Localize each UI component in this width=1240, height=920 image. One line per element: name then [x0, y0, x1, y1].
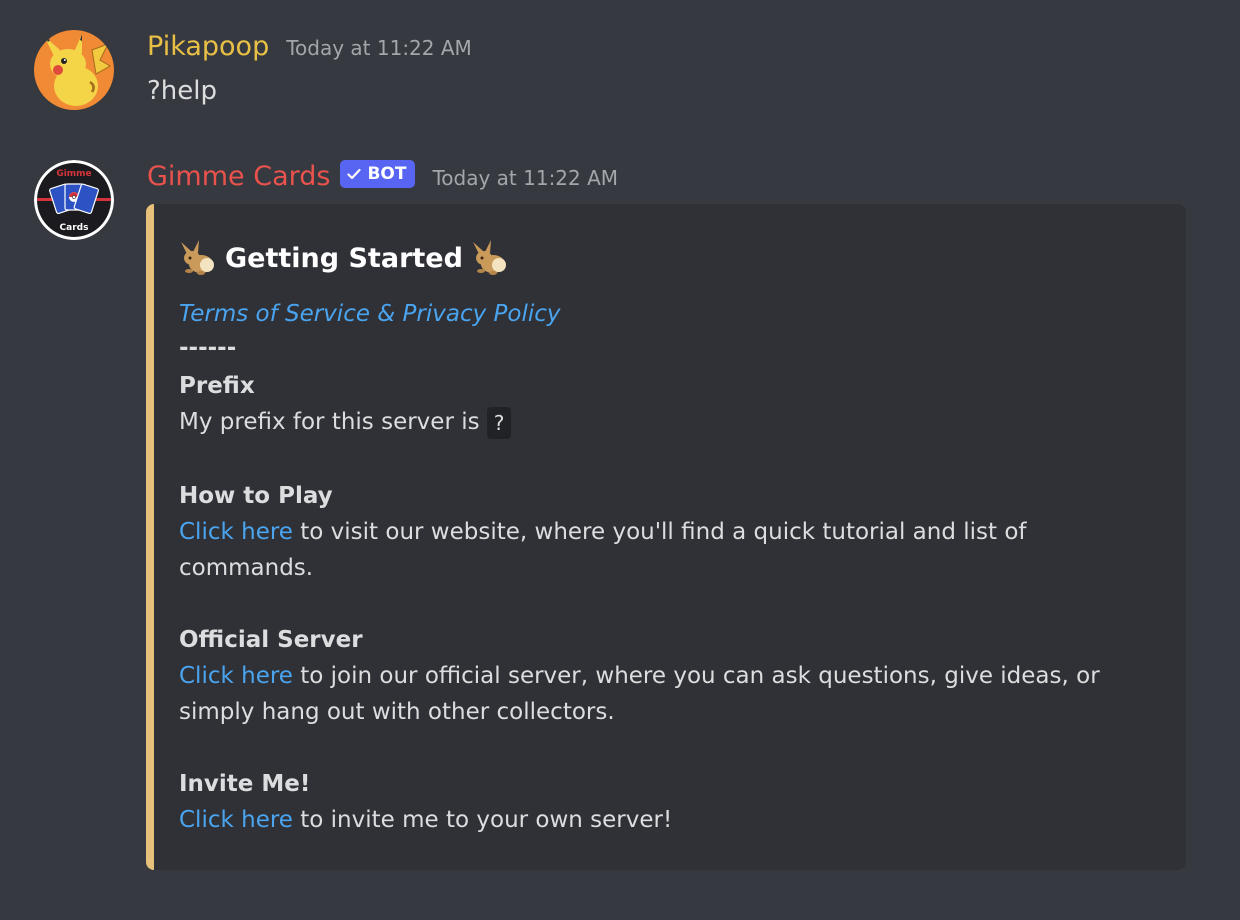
- eevee-icon: [181, 240, 214, 275]
- official-server-heading: Official Server: [179, 627, 363, 653]
- message-text: ?help: [147, 76, 218, 106]
- official-server-line-2: simply hang out with other collectors.: [179, 699, 615, 725]
- how-to-play-link[interactable]: Click here: [179, 519, 293, 545]
- official-server-text: to join our official server, where you c…: [292, 663, 1100, 689]
- prefix-line: My prefix for this server is ?: [179, 406, 511, 439]
- official-server-link[interactable]: Click here: [179, 663, 293, 689]
- avatar-text-bottom: Cards: [60, 223, 89, 233]
- prefix-code: ?: [486, 406, 511, 439]
- invite-line: Click here to invite me to your own serv…: [179, 804, 672, 836]
- chat-messages: Pikapoop Today at 11:22 AM ?help Gimme C…: [0, 0, 1240, 920]
- tos-link[interactable]: Terms of Service & Privacy Policy: [179, 301, 561, 327]
- avatar-text-top: Gimme: [56, 169, 91, 179]
- embed-title-text: Getting Started: [225, 242, 463, 274]
- invite-text: to invite me to your own server!: [292, 807, 673, 833]
- timestamp: Today at 11:22 AM: [432, 166, 619, 190]
- invite-link[interactable]: Click here: [179, 807, 293, 833]
- gimme-cards-logo-icon[interactable]: Gimme Cards: [34, 160, 114, 240]
- username[interactable]: Gimme Cards: [147, 160, 330, 194]
- divider-text: ------: [179, 335, 237, 361]
- bot-tag-label: BOT: [367, 164, 407, 184]
- timestamp: Today at 11:22 AM: [286, 36, 472, 60]
- message-header: Gimme Cards BOT Today at 11:22 AM: [147, 160, 618, 194]
- how-to-play-line-2: commands.: [179, 555, 314, 581]
- checkmark-icon: [347, 168, 362, 180]
- how-to-play-line-1: Click here to visit our website, where y…: [179, 516, 1027, 548]
- message-header: Pikapoop Today at 11:22 AM: [147, 30, 472, 64]
- tos-line: Terms of Service & Privacy Policy: [179, 298, 561, 330]
- embed-title: Getting Started: [179, 240, 509, 276]
- bot-tag: BOT: [340, 160, 416, 188]
- how-to-play-text: to visit our website, where you'll find …: [292, 519, 1027, 545]
- pikachu-avatar-icon[interactable]: [34, 30, 114, 110]
- embed: Getting Started Terms of Service & Priva…: [146, 204, 1186, 870]
- official-server-line-1: Click here to join our official server, …: [179, 660, 1100, 692]
- how-to-play-heading: How to Play: [179, 483, 333, 509]
- invite-heading: Invite Me!: [179, 771, 311, 797]
- username[interactable]: Pikapoop: [147, 30, 269, 64]
- prefix-heading: Prefix: [179, 373, 255, 399]
- eevee-icon: [472, 240, 506, 275]
- prefix-text: My prefix for this server is: [179, 409, 480, 435]
